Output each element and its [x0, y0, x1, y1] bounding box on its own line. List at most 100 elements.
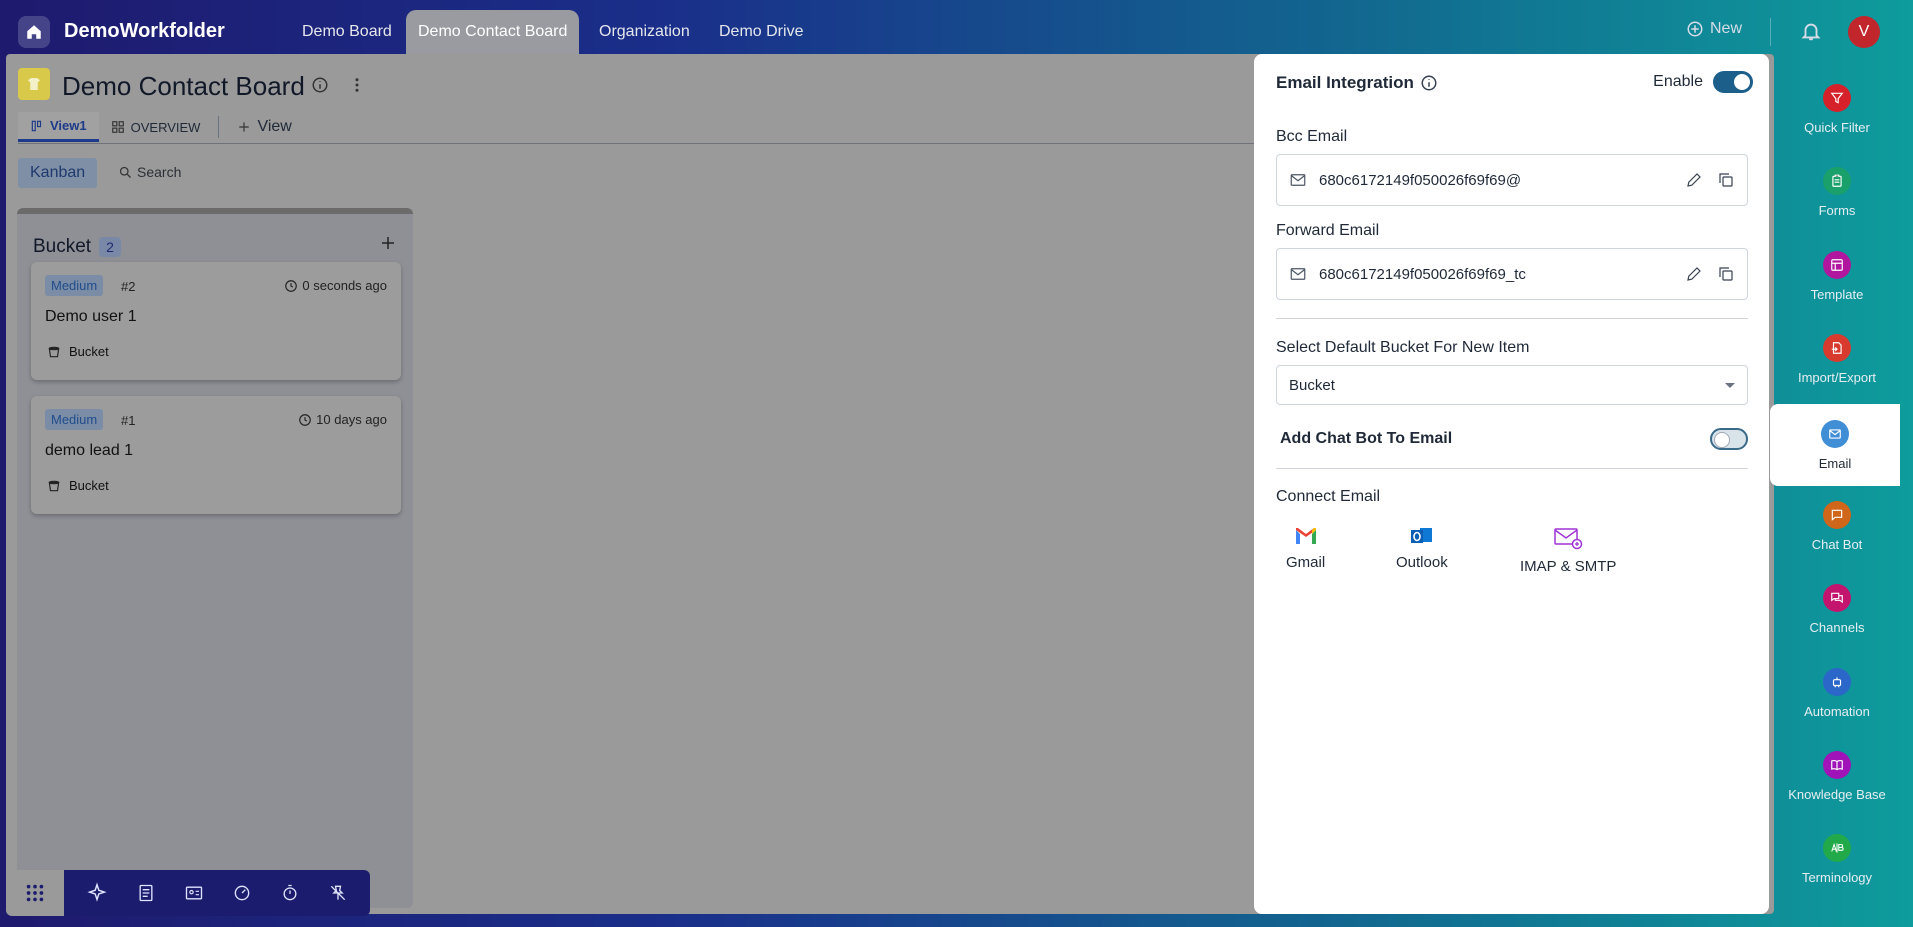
- enable-label: Enable: [1653, 73, 1703, 90]
- chatbot-label: Add Chat Bot To Email: [1280, 430, 1453, 447]
- kanban-button[interactable]: Kanban: [18, 158, 98, 188]
- document-icon[interactable]: [136, 883, 156, 903]
- bcc-label: Bcc Email: [1276, 128, 1348, 145]
- add-view-label: View: [257, 118, 292, 135]
- sidebar-item-label: Channels: [1809, 619, 1865, 635]
- enable-toggle[interactable]: [1713, 71, 1753, 93]
- filter-icon: [1823, 83, 1851, 112]
- plus-icon: [382, 237, 394, 249]
- robot-icon: [1823, 667, 1851, 696]
- panel-title: Email Integration: [1276, 73, 1438, 93]
- sidebar-item-label: Import/Export: [1797, 369, 1877, 385]
- tab-demo-board[interactable]: Demo Board: [290, 10, 404, 54]
- sidebar-item-forms[interactable]: Forms: [1774, 151, 1900, 233]
- mail-icon: [1290, 268, 1306, 280]
- card-time: 10 days ago: [298, 412, 387, 427]
- edit-icon[interactable]: [1685, 265, 1703, 283]
- timer-icon[interactable]: [280, 883, 300, 903]
- default-bucket-value: Bucket: [1289, 376, 1335, 394]
- sidebar-item-email[interactable]: Email: [1770, 404, 1900, 486]
- sidebar-item-label: Chat Bot: [1811, 536, 1863, 552]
- divider: [1276, 468, 1748, 469]
- forward-email-field[interactable]: 680c6172149f050026f69f69_tc: [1276, 248, 1748, 300]
- kanban-card[interactable]: Medium #2 0 seconds ago Demo user 1 Buck…: [31, 262, 401, 380]
- more-options-icon[interactable]: [348, 76, 366, 94]
- tab-organization[interactable]: Organization: [587, 10, 702, 54]
- chatbot-row: Add Chat Bot To Email: [1280, 428, 1748, 450]
- connect-email-title: Connect Email: [1276, 488, 1381, 505]
- gmail-icon: [1295, 528, 1316, 544]
- sidebar-item-label: Automation: [1804, 703, 1870, 719]
- board-title: Demo Contact Board: [62, 71, 305, 101]
- home-button[interactable]: [18, 16, 50, 48]
- default-bucket-label: Select Default Bucket For New Item: [1276, 339, 1530, 356]
- outlook-button[interactable]: Outlook: [1396, 526, 1448, 571]
- outlook-label: Outlook: [1396, 554, 1448, 571]
- card-time: 0 seconds ago: [284, 278, 387, 293]
- gauge-icon[interactable]: [232, 883, 252, 903]
- kanban-card[interactable]: Medium #1 10 days ago demo lead 1 Bucket: [31, 396, 401, 514]
- sidebar-item-label: Email: [1818, 455, 1852, 471]
- sidebar-item-label: Template: [1810, 286, 1864, 302]
- divider: [1276, 318, 1748, 319]
- bottom-toolbar: [6, 870, 370, 916]
- add-item-button[interactable]: [379, 234, 397, 252]
- sidebar-item-import-export[interactable]: Import/Export: [1774, 318, 1900, 400]
- sparkle-icon[interactable]: [86, 882, 108, 904]
- email-integration-panel: Email Integration Enable Bcc Email 680c6…: [1254, 54, 1769, 914]
- tab-demo-contact-board[interactable]: Demo Contact Board: [406, 10, 580, 54]
- user-avatar[interactable]: V: [1848, 16, 1880, 48]
- sidebar-item-chat-bot[interactable]: Chat Bot: [1774, 485, 1900, 567]
- notification-bell-icon[interactable]: [1800, 20, 1822, 42]
- chevron-down-icon: [1725, 382, 1735, 388]
- gmail-button[interactable]: Gmail: [1286, 526, 1325, 571]
- chat-bot-icon: [1823, 500, 1851, 529]
- tab-overview[interactable]: OVERVIEW: [99, 112, 213, 142]
- toolbar-tools: [64, 870, 370, 916]
- sidebar-item-terminology[interactable]: Terminology: [1774, 818, 1900, 900]
- divider: [1770, 18, 1771, 46]
- gmail-label: Gmail: [1286, 554, 1326, 571]
- copy-icon[interactable]: [1717, 265, 1735, 283]
- bucket-column: Bucket 2 Medium #2 0 seconds ago Demo us…: [17, 208, 413, 908]
- id-card-icon[interactable]: [184, 883, 204, 903]
- apps-grid-icon: [26, 884, 44, 902]
- imap-smtp-label: IMAP & SMTP: [1520, 558, 1617, 575]
- kanban-view-icon: [31, 120, 42, 131]
- edit-icon[interactable]: [1685, 171, 1703, 189]
- sidebar-item-quick-filter[interactable]: Quick Filter: [1774, 68, 1900, 150]
- tab-view1[interactable]: View1: [18, 112, 99, 142]
- apps-grid-button[interactable]: [6, 870, 64, 916]
- search-button[interactable]: Search: [118, 164, 181, 180]
- add-view-button[interactable]: View: [225, 112, 303, 142]
- bcc-email-field[interactable]: 680c6172149f050026f69f69@: [1276, 154, 1748, 206]
- copy-icon[interactable]: [1717, 171, 1735, 189]
- search-icon: [119, 166, 131, 178]
- card-time-label: 0 seconds ago: [302, 278, 387, 293]
- sidebar-item-knowledge-base[interactable]: Knowledge Base: [1774, 735, 1900, 817]
- panel-title-label: Email Integration: [1276, 73, 1414, 92]
- sidebar-item-automation[interactable]: Automation: [1774, 652, 1900, 734]
- priority-badge: Medium: [45, 275, 104, 296]
- new-button[interactable]: New: [1686, 20, 1742, 38]
- email-actions: [1685, 171, 1735, 189]
- sidebar-item-channels[interactable]: Channels: [1774, 568, 1900, 650]
- import-export-icon: [1823, 333, 1851, 362]
- sidebar-item-template[interactable]: Template: [1774, 235, 1900, 317]
- card-number: #1: [121, 413, 136, 428]
- unpin-icon[interactable]: [328, 883, 348, 903]
- sidebar-item-label: Forms: [1818, 202, 1856, 218]
- bucket-count-badge: 2: [99, 237, 121, 257]
- forward-email-value: 680c6172149f050026f69f69_tc: [1319, 265, 1526, 283]
- info-icon[interactable]: [1420, 74, 1438, 92]
- card-name: demo lead 1: [45, 442, 134, 459]
- bcc-email-value: 680c6172149f050026f69f69@: [1319, 171, 1522, 189]
- info-icon[interactable]: [311, 76, 329, 94]
- sidebar-item-label: Terminology: [1801, 869, 1873, 885]
- priority-badge: Medium: [45, 409, 104, 430]
- imap-smtp-button[interactable]: IMAP & SMTP: [1520, 526, 1616, 575]
- chatbot-toggle[interactable]: [1710, 428, 1748, 450]
- forward-label: Forward Email: [1276, 222, 1380, 239]
- tab-demo-drive[interactable]: Demo Drive: [707, 10, 815, 54]
- default-bucket-select[interactable]: Bucket: [1276, 365, 1748, 405]
